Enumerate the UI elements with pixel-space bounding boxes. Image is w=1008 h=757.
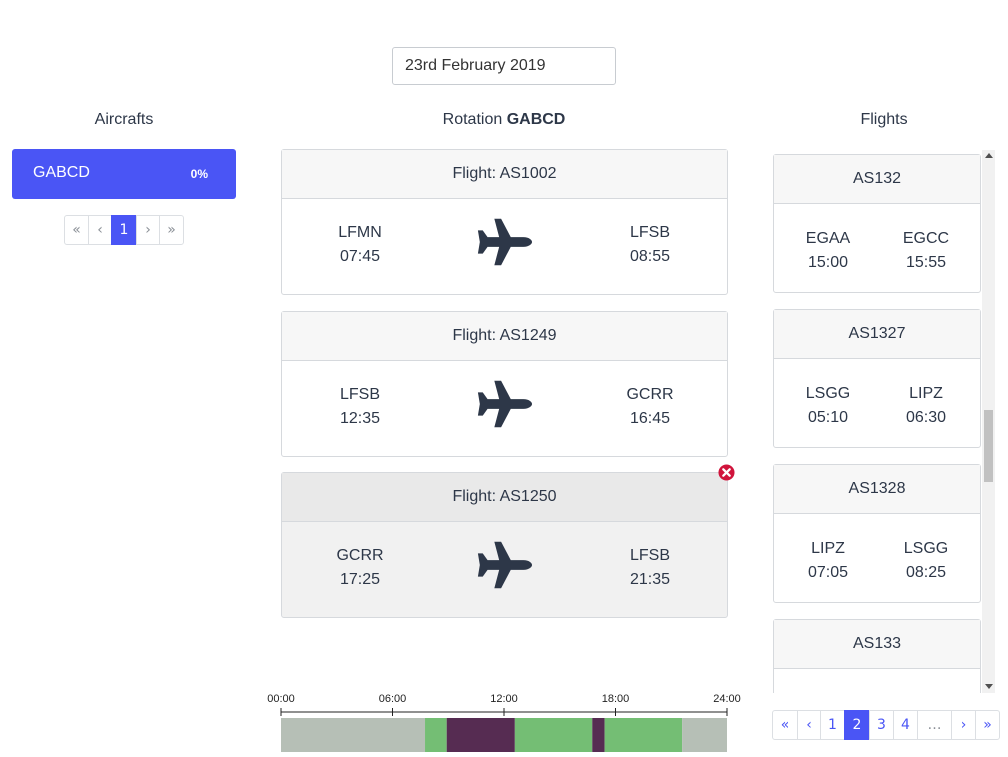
pagination-ellipsis: …	[917, 710, 952, 740]
timeline-segment-turnaround	[592, 718, 605, 752]
departure-time: 07:05	[807, 564, 849, 581]
scrollbar-thumb[interactable]	[984, 410, 993, 482]
arrival-time: 08:25	[905, 564, 947, 581]
destination-code: LSGG	[903, 540, 949, 557]
departure-time: 12:35	[339, 410, 381, 427]
flight-id: AS133	[774, 620, 980, 669]
arrival-time: 21:35	[629, 571, 671, 588]
origin-code: GCRR	[336, 547, 384, 564]
flight-card-header: Flight: AS1250	[282, 473, 727, 522]
pagination-page-2[interactable]: 2	[844, 710, 870, 740]
timeline-segment-service	[425, 718, 447, 752]
destination-code: GCRR	[626, 386, 674, 403]
flight-destination: LFSB 21:35	[600, 544, 700, 592]
aircrafts-title: Aircrafts	[94, 111, 154, 128]
departure-time: 05:10	[807, 409, 849, 426]
airplane-icon	[477, 541, 533, 589]
origin-code: LFMN	[338, 224, 382, 241]
airplane-icon	[477, 380, 533, 428]
flights-list: AS132 EGAA 15:00 EGCC 15:55 AS1327 LSGG …	[773, 150, 995, 693]
pagination-page-4[interactable]: 4	[893, 710, 918, 740]
flight-destination: LIPZ 06:30	[891, 382, 961, 430]
timeline-segment-idle	[281, 718, 426, 752]
destination-code: LIPZ	[909, 385, 943, 402]
aircraft-utilization: 0%	[190, 167, 208, 181]
scroll-down-icon[interactable]	[985, 684, 993, 689]
flight-list-item[interactable]: AS1328 LIPZ 07:05 LSGG 08:25	[773, 464, 981, 603]
flight-id: AS1328	[774, 465, 980, 514]
pagination-page-1[interactable]: 1	[111, 215, 137, 245]
timeline-segment-service	[514, 718, 593, 752]
pagination-prev[interactable]: ‹	[797, 710, 821, 740]
flight-list-item[interactable]: AS132 EGAA 15:00 EGCC 15:55	[773, 154, 981, 293]
pagination-first[interactable]: «	[772, 710, 798, 740]
flight-list-item[interactable]: AS133	[773, 619, 981, 693]
pagination-page-1[interactable]: 1	[820, 710, 845, 740]
flight-card-header: Flight: AS1249	[282, 312, 727, 361]
flight-origin: EGAA 15:00	[793, 227, 863, 275]
flight-list-item[interactable]: AS1327 LSGG 05:10 LIPZ 06:30	[773, 309, 981, 448]
timeline-chart	[280, 708, 728, 752]
flight-origin: LSGG 05:10	[793, 382, 863, 430]
flight-id: AS132	[774, 155, 980, 204]
origin-code: LSGG	[805, 385, 851, 402]
flights-scrollbar[interactable]	[982, 150, 995, 693]
departure-time: 17:25	[339, 571, 381, 588]
aircraft-item-gabcd[interactable]: GABCD 0%	[12, 149, 236, 199]
flight-destination: GCRR 16:45	[600, 383, 700, 431]
timeline-segment-idle	[682, 718, 727, 752]
arrival-time: 08:55	[629, 248, 671, 265]
origin-code: LFSB	[339, 386, 380, 403]
departure-time: 07:45	[339, 248, 381, 265]
origin-code: LIPZ	[811, 540, 845, 557]
pagination-prev[interactable]: ‹	[88, 215, 112, 245]
flight-destination: LSGG 08:25	[891, 537, 961, 585]
rotation-flight-card-selected[interactable]: Flight: AS1250 GCRR 17:25 LFSB 21:35	[281, 472, 728, 618]
aircrafts-pagination: « ‹ 1 › »	[64, 215, 184, 245]
pagination-last[interactable]: »	[975, 710, 1000, 740]
scroll-up-icon[interactable]	[985, 153, 993, 158]
rotation-title-prefix: Rotation	[442, 111, 503, 128]
rotation-flight-card[interactable]: Flight: AS1002 LFMN 07:45 LFSB 08:55	[281, 149, 728, 295]
flight-id: AS1327	[774, 310, 980, 359]
flight-destination: LFSB 08:55	[600, 221, 700, 269]
date-input[interactable]: 23rd February 2019	[392, 47, 616, 85]
destination-code: LFSB	[629, 547, 670, 564]
rotation-flight-card[interactable]: Flight: AS1249 LFSB 12:35 GCRR 16:45	[281, 311, 728, 457]
departure-time: 15:00	[807, 254, 849, 271]
origin-code: EGAA	[805, 230, 851, 247]
flight-origin: LFMN 07:45	[310, 221, 410, 269]
rotation-title: Rotation GABCD	[380, 111, 628, 129]
aircraft-name: GABCD	[33, 164, 90, 181]
arrival-time: 16:45	[629, 410, 671, 427]
airplane-icon	[477, 218, 533, 266]
pagination-last[interactable]: »	[159, 215, 184, 245]
flight-origin: LIPZ 07:05	[793, 537, 863, 585]
arrival-time: 15:55	[905, 254, 947, 271]
flight-origin: LFSB 12:35	[310, 383, 410, 431]
destination-code: EGCC	[902, 230, 950, 247]
arrival-time: 06:30	[905, 409, 947, 426]
close-circle-icon[interactable]	[718, 464, 735, 481]
pagination-next[interactable]: ›	[136, 215, 160, 245]
flight-origin: GCRR 17:25	[310, 544, 410, 592]
timeline-segment-turnaround	[446, 718, 515, 752]
flight-destination: EGCC 15:55	[891, 227, 961, 275]
timeline-segment-service	[604, 718, 683, 752]
flights-title: Flights	[860, 111, 908, 128]
destination-code: LFSB	[629, 224, 670, 241]
flights-pagination: « ‹ 1 2 3 4 … › »	[772, 710, 1000, 740]
pagination-page-3[interactable]: 3	[869, 710, 894, 740]
rotation-timeline: 00:00 06:00 12:00 18:00 24:00	[266, 690, 746, 756]
pagination-next[interactable]: ›	[951, 710, 976, 740]
rotation-aircraft: GABCD	[506, 111, 566, 128]
flight-card-header: Flight: AS1002	[282, 150, 727, 199]
pagination-first[interactable]: «	[64, 215, 89, 245]
